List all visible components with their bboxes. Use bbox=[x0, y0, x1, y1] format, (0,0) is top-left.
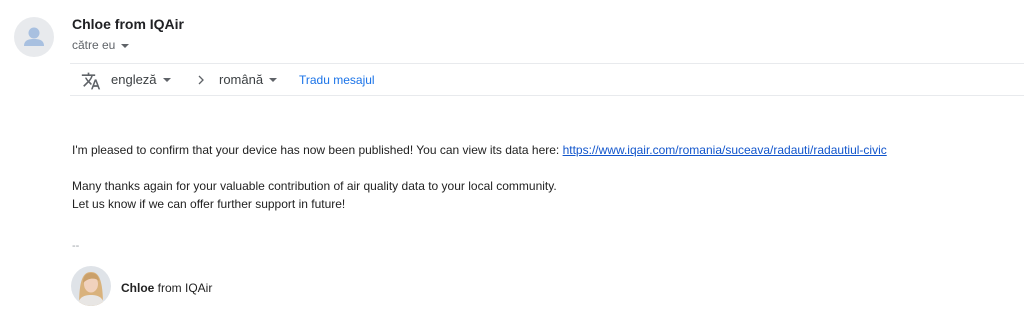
sender-name[interactable]: Chloe from IQAir bbox=[72, 16, 184, 32]
recipient-label: către eu bbox=[72, 38, 116, 52]
target-language-label: română bbox=[219, 72, 264, 87]
caret-down-icon bbox=[121, 43, 130, 48]
signature-photo bbox=[71, 266, 111, 306]
translate-bar: engleză română Tradu mesajul bbox=[70, 63, 1024, 96]
sender-avatar-icon[interactable] bbox=[14, 17, 54, 57]
device-data-link[interactable]: https://www.iqair.com/romania/suceava/ra… bbox=[563, 143, 887, 157]
recipient-dropdown[interactable]: către eu bbox=[72, 38, 130, 52]
translate-message-link[interactable]: Tradu mesajul bbox=[299, 73, 375, 87]
message-paragraph-2-line-2: Let us know if we can offer further supp… bbox=[72, 197, 346, 211]
signature-name-rest: from IQAir bbox=[154, 281, 213, 295]
caret-down-icon bbox=[162, 78, 171, 82]
signature-separator: -- bbox=[72, 240, 80, 252]
source-language-select[interactable]: engleză bbox=[111, 72, 171, 87]
signature-name-bold: Chloe bbox=[121, 281, 155, 295]
email-view: Chloe from IQAir către eu engleză română… bbox=[0, 0, 1024, 319]
message-paragraph-1: I'm pleased to confirm that your device … bbox=[72, 141, 887, 159]
caret-down-icon bbox=[269, 78, 278, 82]
signature-name: Chloe from IQAir bbox=[121, 281, 212, 295]
translate-icon bbox=[81, 72, 101, 90]
message-paragraph-2-line-1: Many thanks again for your valuable cont… bbox=[72, 179, 557, 193]
paragraph-1-text: I'm pleased to confirm that your device … bbox=[72, 143, 563, 157]
chevron-right-icon bbox=[198, 75, 204, 85]
source-language-label: engleză bbox=[111, 72, 157, 87]
target-language-select[interactable]: română bbox=[219, 72, 278, 87]
